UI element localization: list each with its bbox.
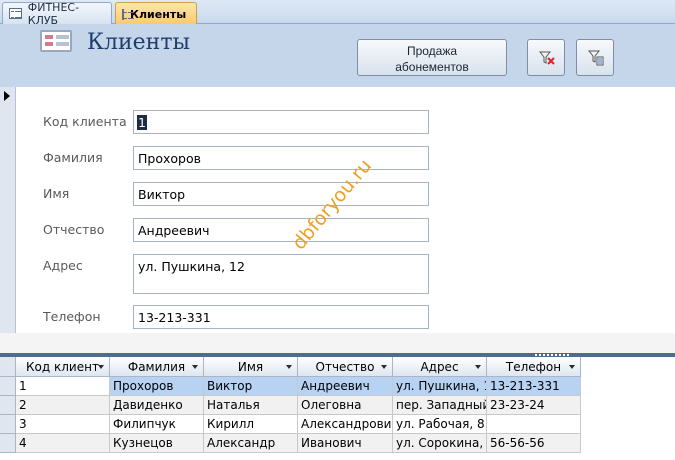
- table-cell[interactable]: 13-213-331: [487, 377, 581, 396]
- document-tab-bar: ФИТНЕС-КЛУБ Клиенты: [0, 0, 675, 27]
- table-cell[interactable]: [487, 415, 581, 434]
- client-id-field[interactable]: 1: [133, 110, 429, 134]
- row-selector[interactable]: [0, 415, 16, 434]
- table-cell[interactable]: ул. Сорокина, 14: [393, 434, 487, 453]
- table-cell[interactable]: пер. Западный, 5: [393, 396, 487, 415]
- column-header-label: Имя: [237, 359, 264, 374]
- sell-subscriptions-button[interactable]: Продажа абонементов: [357, 39, 507, 76]
- column-header-label: Телефон: [505, 359, 562, 374]
- phone-label: Телефон: [43, 309, 101, 324]
- table-cell[interactable]: Прохоров: [110, 377, 204, 396]
- table-cell[interactable]: Виктор: [204, 377, 298, 396]
- column-header-label: Отчество: [315, 359, 375, 374]
- dropdown-arrow-icon[interactable]: [475, 365, 481, 369]
- column-header-patronymic[interactable]: Отчество: [298, 357, 393, 377]
- form-icon: [40, 30, 72, 52]
- current-record-icon: [4, 91, 10, 101]
- clear-filter-icon: [539, 51, 555, 65]
- address-field[interactable]: ул. Пушкина, 12: [133, 254, 429, 294]
- phone-field[interactable]: 13-213-331: [133, 305, 429, 329]
- dropdown-arrow-icon[interactable]: [98, 365, 104, 369]
- table-cell[interactable]: Иванович: [298, 434, 393, 453]
- first-name-label: Имя: [43, 186, 70, 201]
- column-header-address[interactable]: Адрес: [393, 357, 487, 377]
- last-name-field[interactable]: Прохоров: [133, 146, 429, 170]
- table-cell[interactable]: 4: [16, 434, 110, 453]
- table-cell[interactable]: ул. Рабочая, 8: [393, 415, 487, 434]
- dropdown-arrow-icon[interactable]: [192, 365, 198, 369]
- table-cell[interactable]: 1: [16, 377, 110, 396]
- table-cell[interactable]: 3: [16, 415, 110, 434]
- clear-filter-button[interactable]: [527, 39, 565, 76]
- address-label: Адрес: [43, 258, 83, 273]
- column-header-client-id[interactable]: Код клиент: [16, 357, 110, 377]
- access-window: ФИТНЕС-КЛУБ Клиенты Клиенты Продажа абон…: [0, 0, 675, 460]
- row-selector[interactable]: [0, 396, 16, 415]
- select-all-corner[interactable]: [0, 357, 16, 377]
- client-id-label: Код клиента: [43, 114, 127, 129]
- column-header-phone[interactable]: Телефон: [487, 357, 581, 377]
- row-selector[interactable]: [0, 377, 16, 396]
- patronymic-field[interactable]: Андреевич: [133, 218, 429, 242]
- dropdown-arrow-icon[interactable]: [569, 365, 575, 369]
- column-header-label: Фамилия: [127, 359, 186, 374]
- table-cell[interactable]: Наталья: [204, 396, 298, 415]
- table-cell[interactable]: Александрович: [298, 415, 393, 434]
- column-header-last-name[interactable]: Фамилия: [110, 357, 204, 377]
- tab-label: Клиенты: [130, 7, 187, 21]
- form-footer: [0, 333, 675, 353]
- tab-label: ФИТНЕС-КЛУБ: [27, 0, 80, 27]
- apply-filter-button[interactable]: [576, 39, 614, 76]
- tab-clients[interactable]: Клиенты: [115, 2, 197, 25]
- datasheet: Код клиент Фамилия Имя Отчество Адрес Те…: [0, 357, 675, 460]
- page-title: Клиенты: [87, 30, 191, 55]
- client-id-value: 1: [137, 115, 147, 130]
- filter-icon: [588, 50, 604, 66]
- dropdown-arrow-icon[interactable]: [286, 365, 292, 369]
- table-cell[interactable]: 56-56-56: [487, 434, 581, 453]
- row-selector[interactable]: [0, 434, 16, 453]
- table-cell[interactable]: Александр: [204, 434, 298, 453]
- column-header-label: Адрес: [420, 359, 459, 374]
- record-selector[interactable]: [0, 87, 16, 333]
- form-icon: [122, 8, 134, 20]
- dropdown-arrow-icon[interactable]: [381, 365, 387, 369]
- patronymic-label: Отчество: [43, 222, 105, 237]
- table-cell[interactable]: Давиденко: [110, 396, 204, 415]
- table-cell[interactable]: Кузнецов: [110, 434, 204, 453]
- table-cell[interactable]: Андреевич: [298, 377, 393, 396]
- table-cell[interactable]: Олеговна: [298, 396, 393, 415]
- form-header: Клиенты Продажа абонементов: [0, 24, 675, 87]
- table-cell[interactable]: Кирилл: [204, 415, 298, 434]
- tab-fitness-club[interactable]: ФИТНЕС-КЛУБ: [2, 0, 112, 27]
- table-cell[interactable]: Филипчук: [110, 415, 204, 434]
- split-grip[interactable]: [535, 354, 569, 356]
- last-name-label: Фамилия: [43, 150, 103, 165]
- table-cell[interactable]: 2: [16, 396, 110, 415]
- table-cell[interactable]: 23-23-24: [487, 396, 581, 415]
- table-cell[interactable]: ул. Пушкина, 12: [393, 377, 487, 396]
- column-header-first-name[interactable]: Имя: [204, 357, 298, 377]
- first-name-field[interactable]: Виктор: [133, 182, 429, 206]
- form-icon: [9, 8, 22, 19]
- column-header-label: Код клиент: [26, 359, 99, 374]
